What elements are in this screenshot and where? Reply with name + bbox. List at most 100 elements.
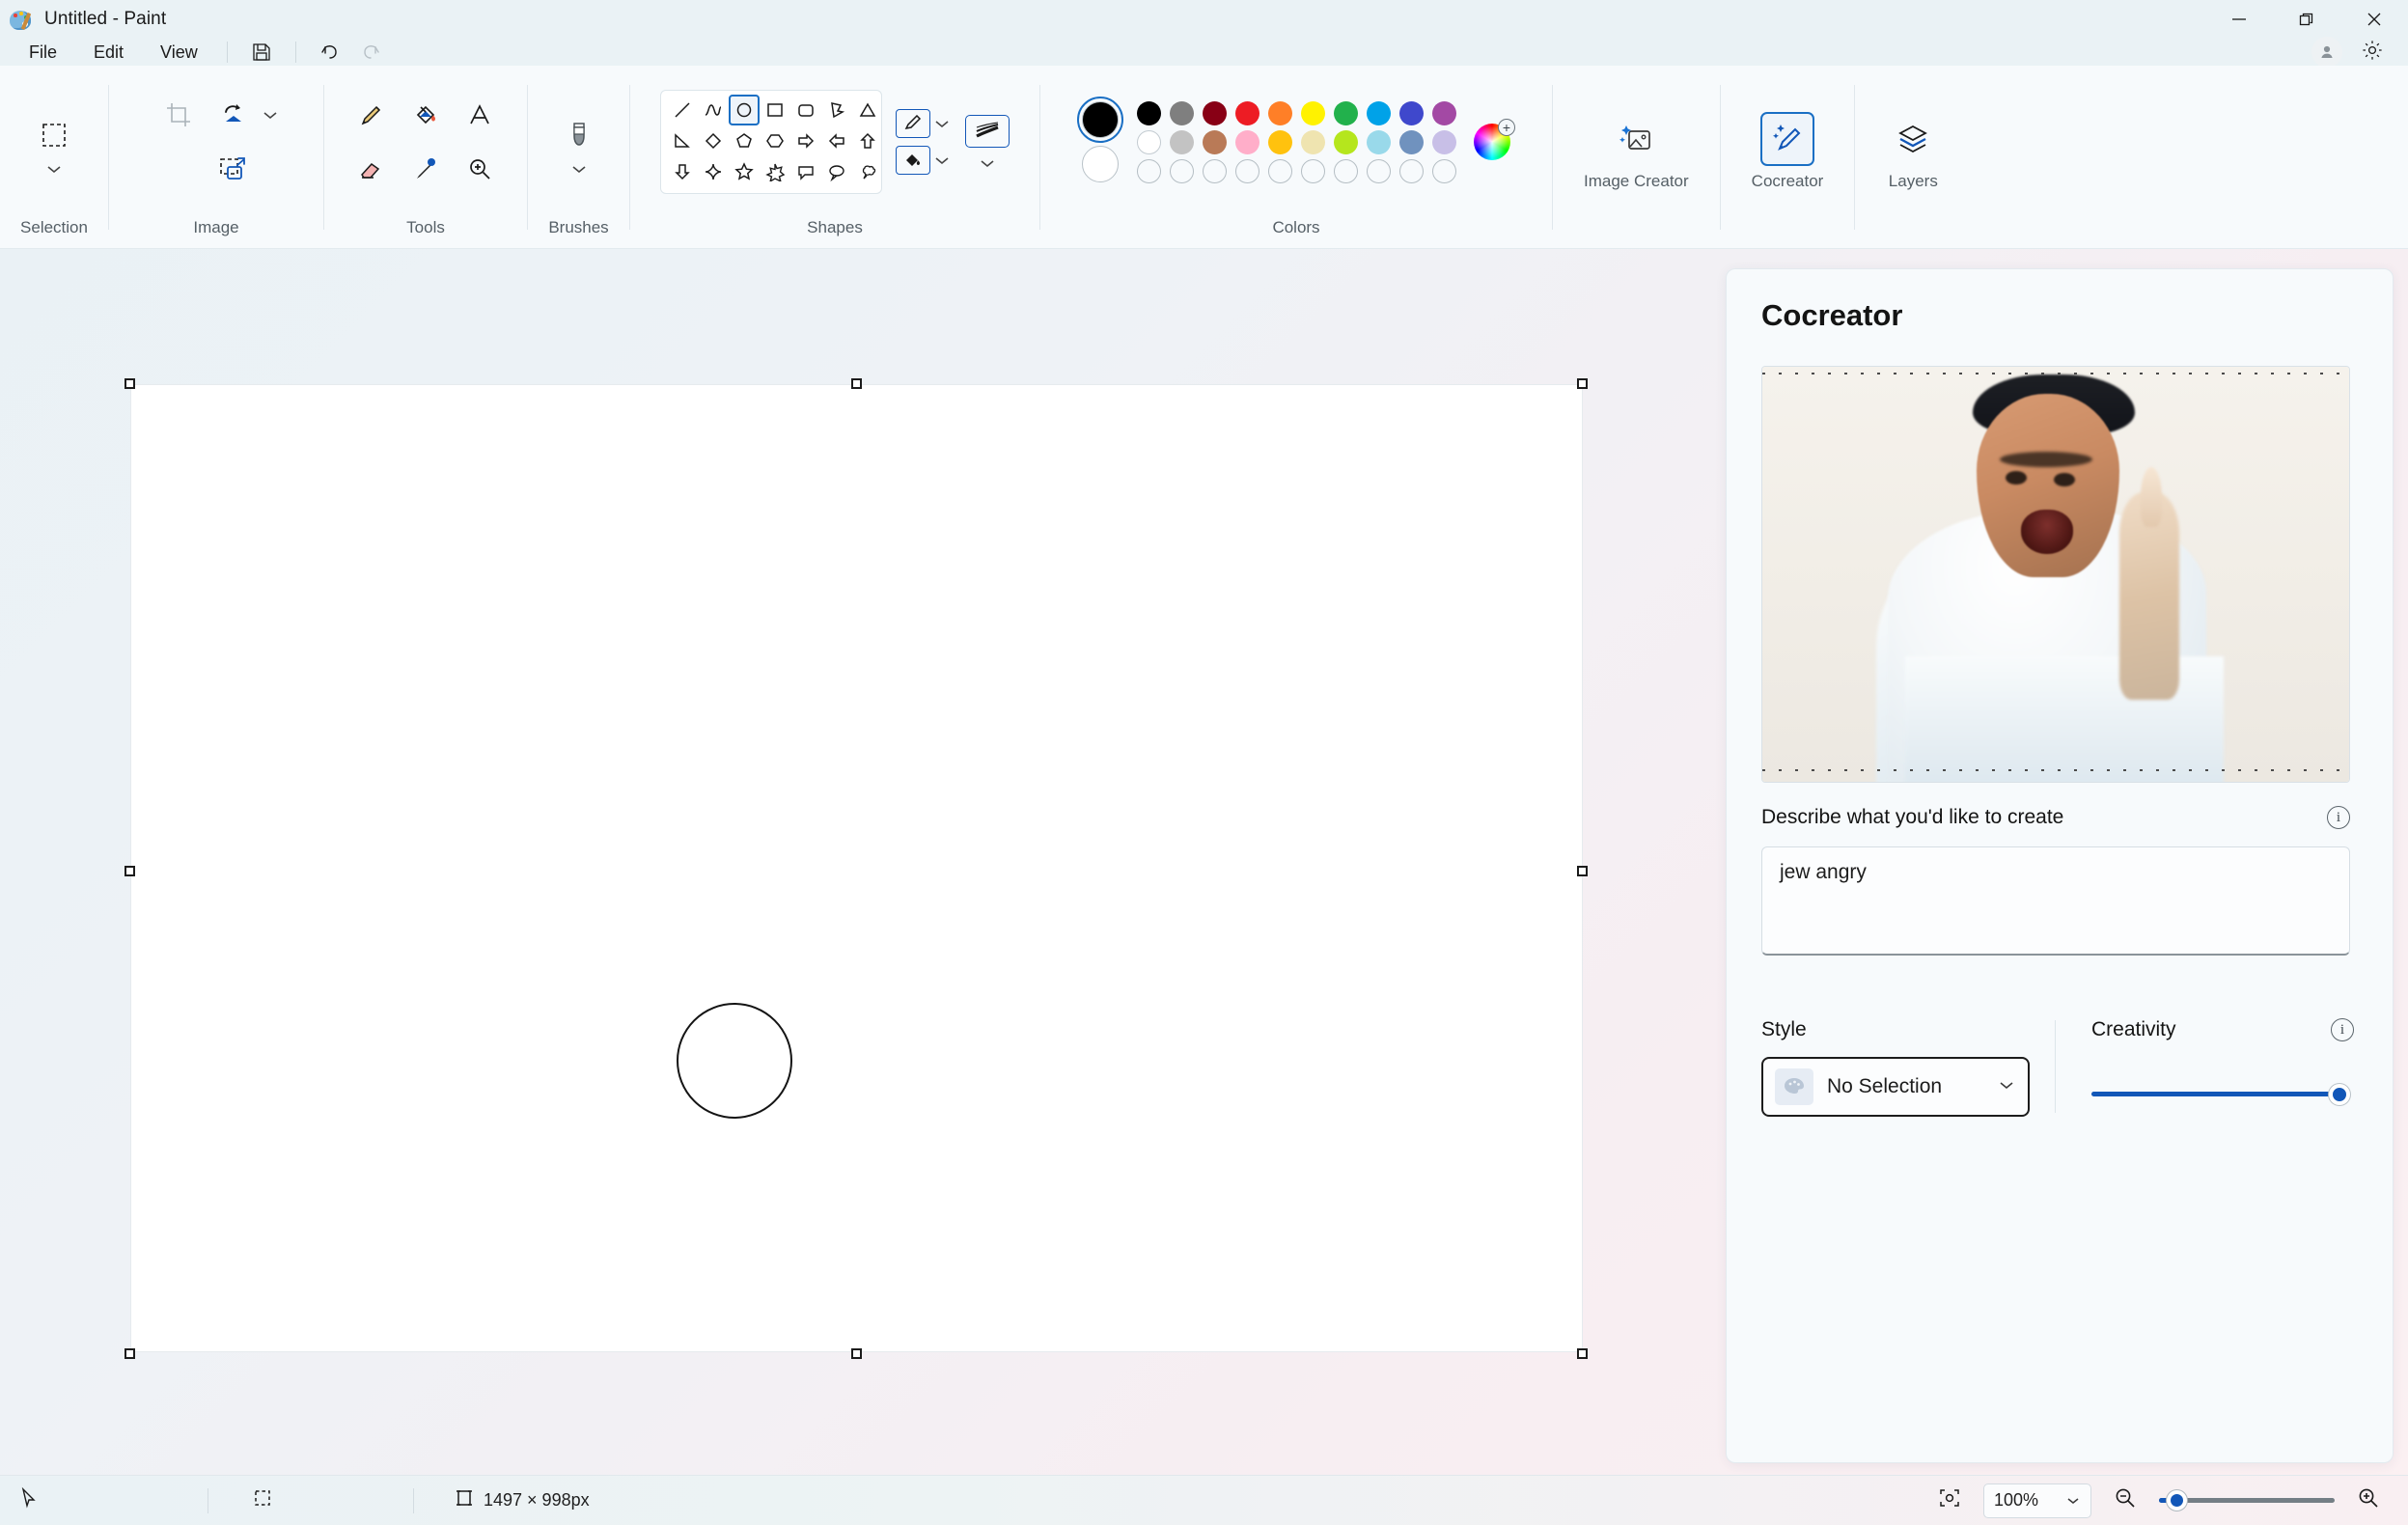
- style-dropdown[interactable]: No Selection: [1761, 1057, 2030, 1117]
- color-swatch-empty[interactable]: [1329, 156, 1362, 185]
- shape-four-point-star[interactable]: [698, 156, 729, 187]
- zoom-slider-thumb[interactable]: [2167, 1489, 2187, 1511]
- shape-triangle[interactable]: [852, 95, 881, 125]
- shape-lightning[interactable]: [698, 187, 729, 193]
- color-swatch-empty[interactable]: [1165, 156, 1198, 185]
- color-swatch[interactable]: [1329, 98, 1362, 127]
- color-swatch-empty[interactable]: [1132, 156, 1165, 185]
- shape-rounded-rect-callout[interactable]: [790, 156, 821, 187]
- eraser-button[interactable]: [346, 143, 398, 195]
- color-swatch[interactable]: [1231, 127, 1263, 156]
- fill-with-color-button[interactable]: [400, 89, 452, 141]
- save-icon[interactable]: [241, 40, 282, 65]
- color-swatch[interactable]: [1427, 98, 1460, 127]
- layers-button[interactable]: Layers: [1861, 112, 1965, 191]
- shape-cloud-callout[interactable]: [852, 156, 881, 187]
- account-avatar-icon[interactable]: [2311, 37, 2342, 68]
- shape-hexagon[interactable]: [760, 125, 790, 156]
- shape-six-point-star[interactable]: [760, 156, 790, 187]
- color-swatch-empty[interactable]: [1427, 156, 1460, 185]
- color-wheel-icon[interactable]: +: [1474, 119, 1515, 160]
- shape-heart[interactable]: [667, 187, 698, 193]
- color-swatch[interactable]: [1132, 127, 1165, 156]
- color-palette[interactable]: [1132, 98, 1460, 185]
- color-swatch[interactable]: [1296, 127, 1329, 156]
- image-creator-button[interactable]: Image Creator: [1559, 112, 1714, 191]
- shape-curve[interactable]: [698, 95, 729, 125]
- color-swatch[interactable]: [1395, 127, 1427, 156]
- shape-outline-button[interactable]: [896, 109, 930, 138]
- shape-rounded-rectangle[interactable]: [790, 95, 821, 125]
- prompt-input[interactable]: jew angry: [1761, 846, 2350, 956]
- crop-button[interactable]: [152, 89, 205, 141]
- zoom-in-icon[interactable]: [2356, 1485, 2381, 1515]
- shape-outline-chevron-down-icon[interactable]: [932, 118, 952, 129]
- canvas-handle-top-right[interactable]: [1577, 378, 1588, 389]
- resize-and-skew-button[interactable]: [207, 143, 259, 195]
- magnifier-button[interactable]: [454, 143, 506, 195]
- chevron-down-icon[interactable]: [44, 163, 64, 175]
- canvas-handle-bottom-center[interactable]: [851, 1348, 862, 1359]
- color-swatch-empty[interactable]: [1231, 156, 1263, 185]
- cocreator-button[interactable]: Cocreator: [1727, 112, 1849, 191]
- shapes-gallery[interactable]: [660, 90, 882, 194]
- rectangular-selection-button[interactable]: [28, 109, 80, 161]
- color-picker-button[interactable]: [400, 143, 452, 195]
- canvas-handle-top-center[interactable]: [851, 378, 862, 389]
- canvas-area[interactable]: [0, 249, 1723, 1475]
- color-swatch-empty[interactable]: [1263, 156, 1296, 185]
- color-swatch[interactable]: [1231, 98, 1263, 127]
- color-swatch[interactable]: [1427, 127, 1460, 156]
- shape-five-point-star[interactable]: [729, 156, 760, 187]
- secondary-color-swatch[interactable]: [1082, 146, 1119, 182]
- drawing-canvas[interactable]: [130, 384, 1583, 1352]
- color-swatch[interactable]: [1362, 127, 1395, 156]
- color-swatch[interactable]: [1296, 98, 1329, 127]
- close-icon[interactable]: [2340, 0, 2408, 39]
- drawn-oval-shape[interactable]: [677, 1003, 792, 1119]
- shape-polygon[interactable]: [821, 95, 852, 125]
- pencil-button[interactable]: [346, 89, 398, 141]
- color-swatch[interactable]: [1263, 127, 1296, 156]
- fit-to-window-icon[interactable]: [1937, 1486, 1962, 1514]
- color-swatch[interactable]: [1329, 127, 1362, 156]
- rotate-button[interactable]: [207, 89, 259, 141]
- shape-right-arrow[interactable]: [790, 125, 821, 156]
- zoom-level-dropdown[interactable]: 100%: [1983, 1483, 2091, 1518]
- shape-diamond[interactable]: [698, 125, 729, 156]
- color-swatch[interactable]: [1198, 127, 1231, 156]
- menu-edit[interactable]: Edit: [78, 40, 139, 66]
- brushes-button[interactable]: [553, 109, 605, 161]
- shape-down-arrow[interactable]: [667, 156, 698, 187]
- color-swatch[interactable]: [1198, 98, 1231, 127]
- shape-rectangle[interactable]: [760, 95, 790, 125]
- canvas-handle-bottom-right[interactable]: [1577, 1348, 1588, 1359]
- color-swatch[interactable]: [1362, 98, 1395, 127]
- info-icon[interactable]: i: [2327, 806, 2350, 829]
- minimize-icon[interactable]: [2205, 0, 2273, 39]
- canvas-handle-bottom-left[interactable]: [125, 1348, 135, 1359]
- canvas-handle-middle-right[interactable]: [1577, 866, 1588, 876]
- zoom-out-icon[interactable]: [2113, 1485, 2138, 1515]
- creativity-slider[interactable]: [2091, 1084, 2350, 1105]
- info-icon[interactable]: i: [2331, 1018, 2354, 1041]
- color-swatch-empty[interactable]: [1362, 156, 1395, 185]
- shape-pentagon[interactable]: [729, 125, 760, 156]
- shape-fill-chevron-down-icon[interactable]: [932, 154, 952, 166]
- shape-thickness-chevron-down-icon[interactable]: [978, 157, 997, 169]
- canvas-handle-middle-left[interactable]: [125, 866, 135, 876]
- image-rotate-chevron-down-icon[interactable]: [261, 109, 280, 121]
- restore-icon[interactable]: [2273, 0, 2340, 39]
- zoom-slider[interactable]: [2159, 1489, 2335, 1511]
- menu-view[interactable]: View: [145, 40, 213, 66]
- shape-left-arrow[interactable]: [821, 125, 852, 156]
- shape-up-arrow[interactable]: [852, 125, 881, 156]
- color-swatch[interactable]: [1263, 98, 1296, 127]
- color-swatch[interactable]: [1165, 98, 1198, 127]
- shape-right-triangle[interactable]: [667, 125, 698, 156]
- color-swatch-empty[interactable]: [1296, 156, 1329, 185]
- shape-fill-button[interactable]: [896, 146, 930, 175]
- slider-thumb[interactable]: [2329, 1084, 2350, 1105]
- generated-image-preview[interactable]: [1761, 366, 2350, 783]
- text-button[interactable]: [454, 89, 506, 141]
